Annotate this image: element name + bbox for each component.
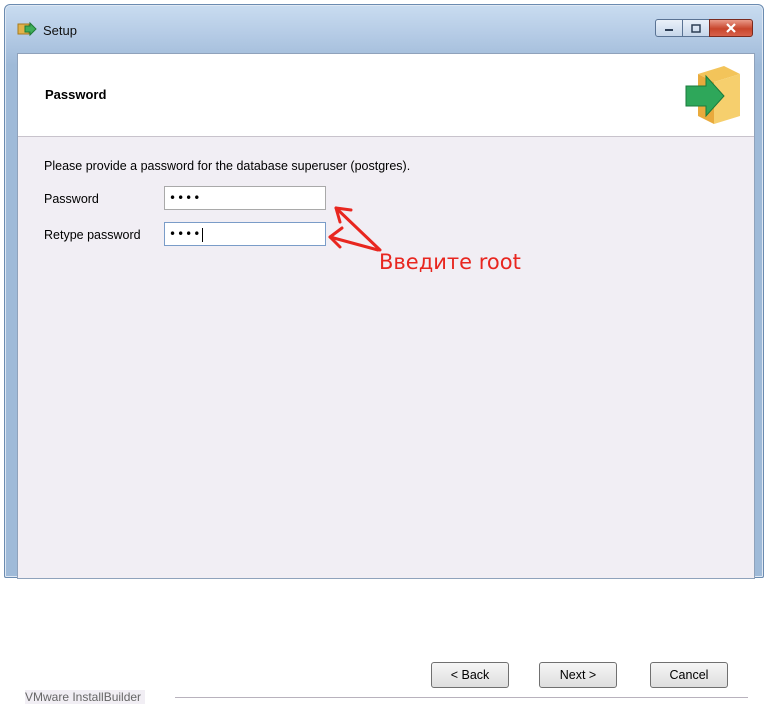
- wizard-header: Password: [18, 54, 754, 137]
- retype-password-value: ••••: [169, 227, 202, 241]
- close-button[interactable]: [709, 19, 753, 37]
- setup-window: Setup Password Please provide a password…: [4, 4, 764, 704]
- back-button[interactable]: < Back: [431, 662, 509, 688]
- page-title: Password: [45, 87, 107, 102]
- installbuilder-brand: VMware InstallBuilder: [25, 690, 146, 704]
- close-icon: [726, 23, 736, 33]
- password-label: Password: [44, 192, 99, 206]
- maximize-button[interactable]: [682, 19, 710, 37]
- description-text: Please provide a password for the databa…: [44, 159, 411, 173]
- caption-buttons: [655, 19, 753, 37]
- footer-divider: [175, 697, 748, 698]
- annotation-text: Введите root: [379, 250, 521, 274]
- password-value: ••••: [169, 191, 202, 205]
- minimize-button[interactable]: [655, 19, 683, 37]
- window-title: Setup: [43, 23, 77, 38]
- text-caret: [202, 227, 204, 242]
- wizard-content: Password Please provide a password for t…: [17, 53, 755, 704]
- setup-arrow-icon: [17, 21, 37, 37]
- installer-box-arrow-icon: [685, 66, 740, 124]
- title-bar[interactable]: Setup: [5, 5, 763, 53]
- retype-password-field[interactable]: ••••: [164, 222, 326, 246]
- minimize-icon: [665, 29, 673, 31]
- next-button[interactable]: Next >: [539, 662, 617, 688]
- cancel-button[interactable]: Cancel: [650, 662, 728, 688]
- retype-password-label: Retype password: [44, 228, 141, 242]
- maximize-icon: [691, 23, 701, 33]
- password-field[interactable]: ••••: [164, 186, 326, 210]
